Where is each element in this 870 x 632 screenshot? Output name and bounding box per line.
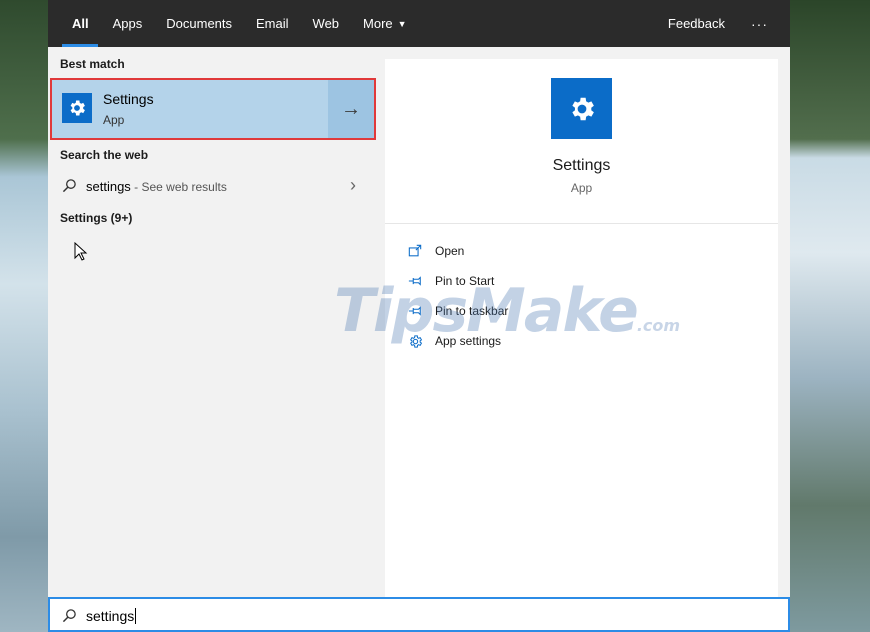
best-match-name: Settings — [103, 91, 154, 107]
gear-icon — [571, 97, 594, 120]
best-match-item[interactable]: Settings App → — [50, 78, 376, 140]
web-results-hint: - See web results — [130, 180, 227, 194]
preview-title: Settings — [552, 157, 611, 174]
search-filter-tabs: All Apps Documents Email Web More ▼ Feedb… — [48, 0, 790, 47]
settings-preview-tile — [551, 78, 612, 139]
desktop-wallpaper-right — [788, 0, 870, 632]
caret-down-icon: ▼ — [397, 18, 407, 29]
open-details-button[interactable]: → — [328, 80, 374, 138]
best-match-heading: Best match — [60, 57, 125, 71]
settings-group-heading[interactable]: Settings (9+) — [60, 211, 132, 225]
best-match-type: App — [103, 113, 125, 127]
tab-documents[interactable]: Documents — [154, 0, 244, 47]
search-icon — [62, 179, 76, 193]
start-search-panel: All Apps Documents Email Web More ▼ Feedb… — [48, 0, 790, 632]
open-window-icon — [407, 243, 423, 259]
ellipsis-icon: ··· — [751, 15, 768, 32]
search-value: settings — [86, 608, 135, 624]
tab-email[interactable]: Email — [244, 0, 301, 47]
action-open[interactable]: Open — [407, 241, 464, 261]
desktop-wallpaper-left — [0, 0, 48, 632]
preview-type: App — [570, 181, 593, 195]
feedback-button[interactable]: Feedback — [656, 0, 737, 47]
tab-more[interactable]: More ▼ — [351, 0, 419, 47]
search-web-heading: Search the web — [60, 148, 149, 162]
chevron-right-icon: › — [350, 175, 356, 195]
results-list: Best match Settings App → Search the web… — [48, 47, 376, 597]
tab-all[interactable]: All — [48, 0, 101, 47]
arrow-right-icon: → — [341, 97, 361, 120]
tab-web[interactable]: Web — [301, 0, 352, 47]
divider — [385, 223, 778, 224]
settings-app-tile — [62, 93, 92, 123]
search-icon — [62, 609, 76, 623]
more-options-button[interactable]: ··· — [737, 0, 790, 47]
web-search-result[interactable]: settings - See web results › — [48, 173, 374, 201]
text-cursor — [135, 608, 137, 624]
mouse-cursor-icon — [74, 242, 88, 261]
search-input[interactable]: settings — [48, 597, 790, 632]
gear-icon — [70, 100, 85, 116]
watermark-logo: TipsMake.com — [334, 276, 681, 346]
tab-apps[interactable]: Apps — [101, 0, 155, 47]
web-query: settings — [86, 179, 131, 194]
